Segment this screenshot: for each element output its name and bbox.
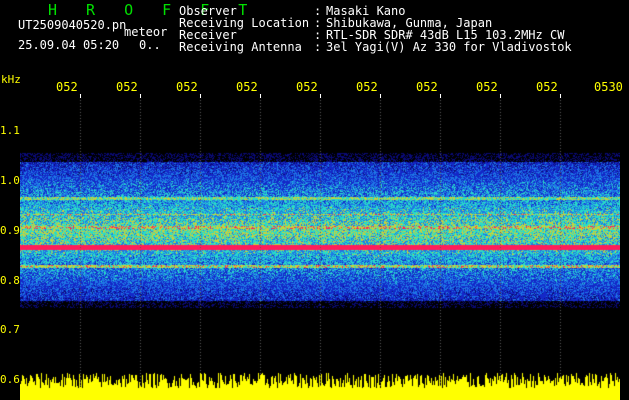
unit-label: kHz — [1, 73, 21, 86]
x-tick-label: 052 — [176, 80, 198, 94]
x-tick-mark — [200, 94, 201, 98]
x-tick-mark — [560, 94, 561, 98]
x-tick-mark — [320, 94, 321, 98]
meteor-tag: meteor — [124, 25, 168, 39]
x-tick-mark — [80, 94, 81, 98]
y-tick-label: 1.0 — [0, 174, 20, 187]
x-tick-label: 052 — [536, 80, 558, 94]
x-tick-label: 052 — [236, 80, 258, 94]
y-tick-label: 0.8 — [0, 274, 20, 287]
file-name: UT2509040520.pn — [18, 18, 127, 32]
antenna-value: 3el Yagi(V) Az 330 for Vladivostok — [326, 40, 572, 54]
x-tick-mark — [500, 94, 501, 98]
antenna-label: Receiving Antenna — [179, 40, 302, 54]
y-tick-label: 0.6 — [0, 373, 20, 386]
y-tick-label: 1.1 — [0, 124, 20, 137]
x-tick-mark — [380, 94, 381, 98]
y-tick-label: 0.7 — [0, 323, 20, 336]
x-tick-label: 052 — [416, 80, 438, 94]
x-tick-label: 0530 — [594, 80, 623, 94]
date-time: 25.09.04 05:20 — [18, 38, 120, 52]
spectrogram-plot — [20, 94, 620, 400]
x-tick-label: 052 — [296, 80, 318, 94]
x-tick-label: 052 — [116, 80, 138, 94]
y-tick-label: 0.9 — [0, 224, 20, 237]
x-tick-label: 052 — [476, 80, 498, 94]
x-tick-mark — [440, 94, 441, 98]
meteor-count: 0.. — [139, 38, 161, 52]
x-tick-mark — [260, 94, 261, 98]
x-tick-label: 052 — [56, 80, 78, 94]
x-tick-mark — [140, 94, 141, 98]
x-tick-label: 052 — [356, 80, 378, 94]
antenna-sep: : — [314, 40, 322, 54]
